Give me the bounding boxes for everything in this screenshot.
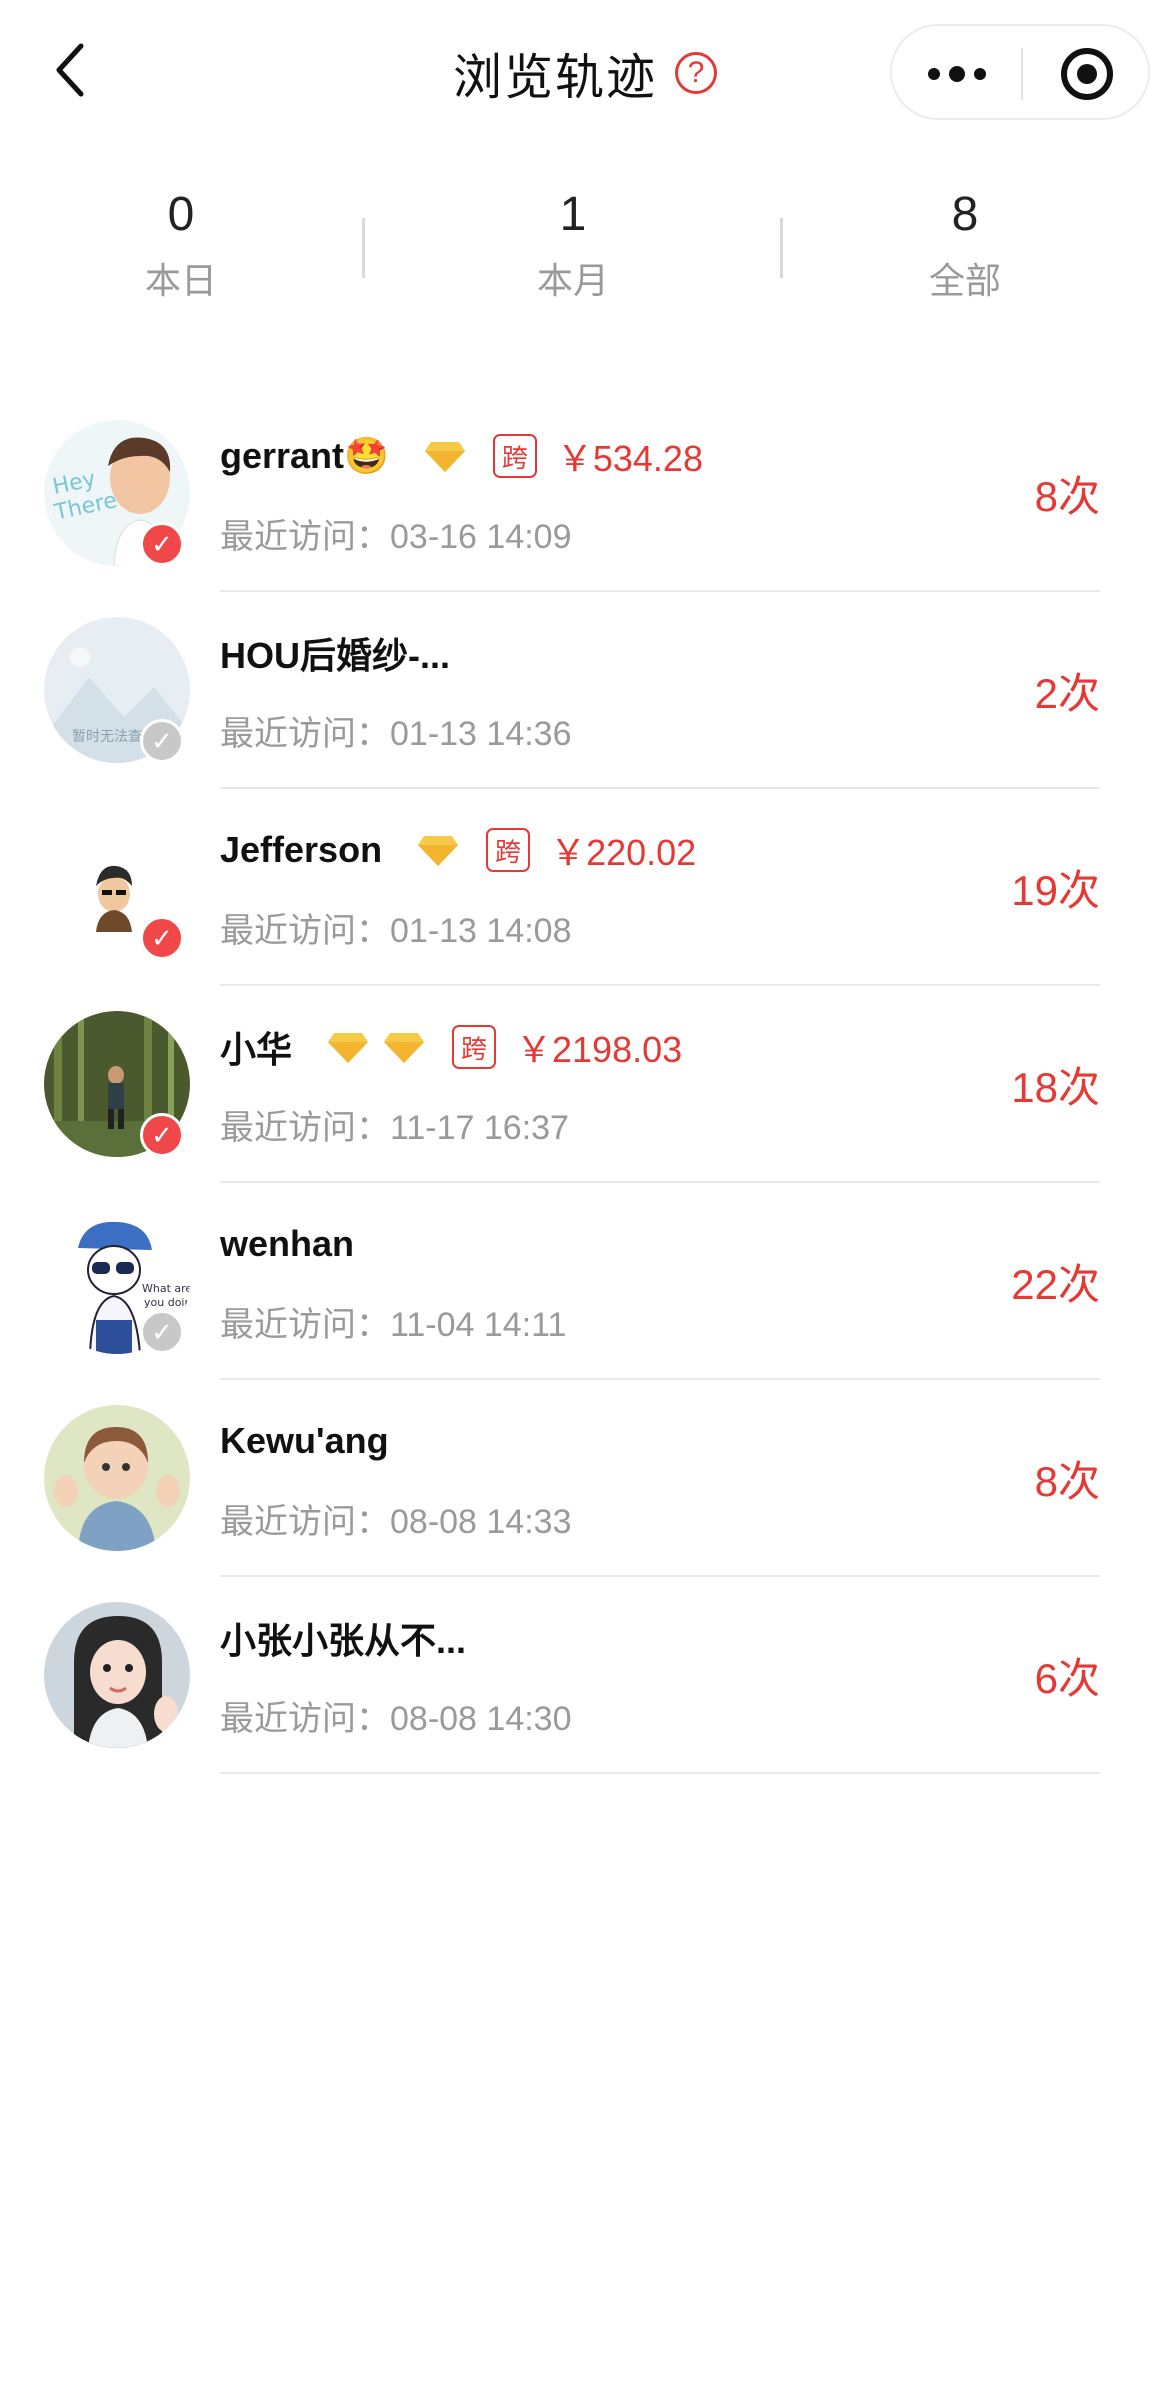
name-line: gerrant🤩 跨 ￥534.28 — [220, 428, 703, 484]
list-item[interactable]: ✓ 小华 跨 ￥2198.03 最近访问：11-17 16:37 18次 — [0, 986, 1170, 1183]
name-line: wenhan — [220, 1216, 354, 1272]
cross-tag: 跨 — [486, 828, 531, 872]
visit-time: 11-04 14:11 — [390, 1306, 567, 1344]
visitor-name: Jefferson — [220, 829, 383, 870]
visit-label: 最近访问： — [220, 1306, 390, 1344]
name-line: 小张小张从不... — [220, 1610, 466, 1666]
amount: ￥534.28 — [556, 438, 703, 479]
stat-value: 0 — [167, 188, 195, 241]
visitor-name: 小张小张从不... — [220, 1620, 467, 1661]
amount: ￥220.02 — [550, 832, 697, 873]
visit-label: 最近访问： — [220, 715, 390, 753]
nav-bar: 浏览轨迹 ? — [0, 0, 1170, 140]
diamond-icon — [418, 836, 459, 866]
visit-stats: 0 本日 1 本月 8 全部 — [0, 180, 1170, 330]
name-line: 小华 跨 ￥2198.03 — [220, 1019, 682, 1075]
visit-count: 8次 — [1034, 1458, 1100, 1505]
visit-time: 03-16 14:09 — [390, 518, 572, 556]
cross-tag: 跨 — [452, 1025, 497, 1069]
close-button[interactable] — [1022, 26, 1152, 122]
last-visit: 最近访问：11-17 16:37 — [220, 1100, 569, 1149]
svg-text:What are: What are — [142, 1282, 190, 1295]
svg-text:you doing?: you doing? — [144, 1296, 190, 1309]
visit-time: 01-13 14:08 — [390, 912, 572, 950]
visit-count: 22次 — [1011, 1261, 1100, 1308]
verified-badge: ✓ — [140, 1113, 184, 1157]
visit-count: 2次 — [1034, 670, 1100, 717]
verified-badge: ✓ — [140, 522, 184, 566]
last-visit: 最近访问：01-13 14:36 — [220, 706, 572, 755]
avatar — [44, 1405, 190, 1551]
stat-label: 本月 — [536, 260, 609, 301]
name-line: Kewu'ang — [220, 1413, 389, 1469]
last-visit: 最近访问：01-13 14:08 — [220, 903, 572, 952]
visitor-name: HOU后婚纱-... — [220, 635, 450, 676]
verified-badge: ✓ — [140, 719, 184, 763]
visit-label: 最近访问： — [220, 1109, 390, 1147]
last-visit: 最近访问：08-08 14:33 — [220, 1494, 572, 1543]
help-icon[interactable]: ? — [675, 52, 717, 94]
visit-label: 最近访问： — [220, 518, 390, 556]
amount: ￥2198.03 — [516, 1029, 683, 1070]
last-visit: 最近访问：03-16 14:09 — [220, 509, 572, 558]
name-line: Jefferson 跨 ￥220.02 — [220, 822, 696, 878]
avatar — [44, 1602, 190, 1748]
stat-today[interactable]: 0 本日 — [31, 180, 331, 304]
list-item[interactable]: 暂时无法查 ✓ HOU后婚纱-... 最近访问：01-13 14:36 2次 — [0, 592, 1170, 789]
stat-all[interactable]: 8 全部 — [815, 180, 1115, 304]
list-item[interactable]: 小张小张从不... 最近访问：08-08 14:30 6次 — [0, 1577, 1170, 1774]
visit-time: 08-08 14:33 — [390, 1503, 572, 1541]
stat-value: 1 — [559, 188, 587, 241]
stat-month[interactable]: 1 本月 — [423, 180, 723, 304]
list-item[interactable]: What are you doing? ✓ wenhan 最近访问：11-04 … — [0, 1183, 1170, 1380]
diamond-icon — [384, 1033, 425, 1063]
visit-label: 最近访问： — [220, 912, 390, 950]
visit-count: 18次 — [1011, 1064, 1100, 1111]
last-visit: 最近访问：11-04 14:11 — [220, 1297, 566, 1346]
mini-program-capsule — [890, 24, 1150, 120]
visit-time: 11-17 16:37 — [390, 1109, 569, 1147]
verified-badge: ✓ — [140, 916, 184, 960]
page-title: 浏览轨迹 — [452, 50, 657, 105]
visit-count: 19次 — [1011, 867, 1100, 914]
visit-label: 最近访问： — [220, 1503, 390, 1541]
visit-time: 01-13 14:36 — [390, 715, 572, 753]
visitor-name: 小华 — [220, 1029, 293, 1070]
target-icon — [1061, 48, 1113, 100]
visit-count: 8次 — [1034, 473, 1100, 520]
stat-divider — [780, 218, 783, 278]
last-visit: 最近访问：08-08 14:30 — [220, 1691, 572, 1740]
list-item[interactable]: Kewu'ang 最近访问：08-08 14:33 8次 — [0, 1380, 1170, 1577]
stat-divider — [362, 218, 365, 278]
diamond-icon — [328, 1033, 369, 1063]
list-item[interactable]: Hey There! ✓ gerrant🤩 跨 ￥534.28 最近访问：03-… — [0, 395, 1170, 592]
stat-label: 全部 — [928, 260, 1001, 301]
avatar-placeholder-text: 暂时无法查 — [72, 729, 142, 745]
diamond-icon — [424, 442, 465, 472]
visit-count: 6次 — [1034, 1655, 1100, 1702]
stat-label: 本日 — [144, 260, 217, 301]
visitor-name: Kewu'ang — [220, 1420, 389, 1461]
stat-value: 8 — [951, 188, 979, 241]
name-line: HOU后婚纱-... — [220, 625, 450, 681]
cross-tag: 跨 — [492, 434, 537, 478]
list-item[interactable]: ✓ Jefferson 跨 ￥220.02 最近访问：01-13 14:08 1… — [0, 789, 1170, 986]
more-button[interactable] — [892, 26, 1022, 122]
visitor-name: wenhan — [220, 1223, 355, 1264]
row-divider — [220, 1772, 1100, 1774]
visit-label: 最近访问： — [220, 1700, 390, 1738]
verified-badge: ✓ — [140, 1310, 184, 1354]
visitor-name: gerrant🤩 — [220, 435, 389, 476]
visit-time: 08-08 14:30 — [390, 1700, 572, 1738]
